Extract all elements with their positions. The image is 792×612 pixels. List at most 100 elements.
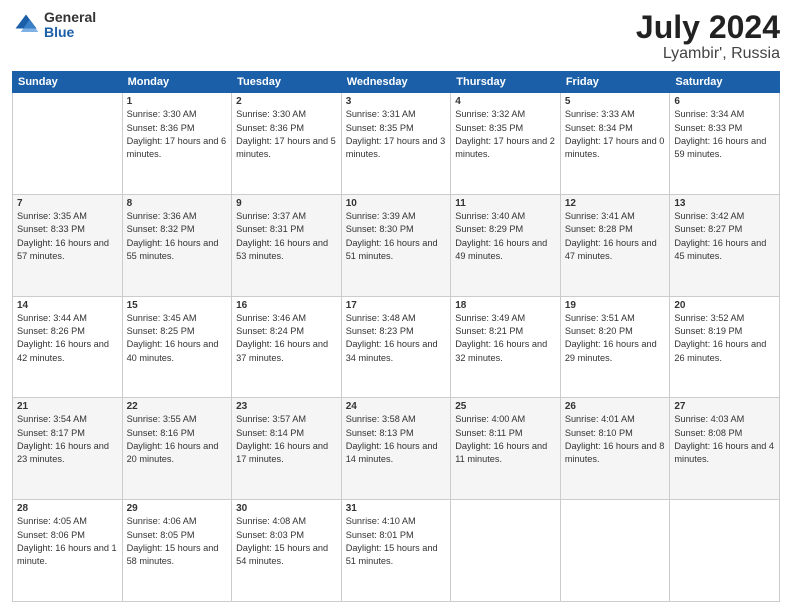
sunset-text: Sunset: 8:23 PM (346, 326, 414, 336)
day-number: 1 (127, 96, 228, 107)
day-number: 31 (346, 503, 447, 514)
logo: General Blue (12, 10, 96, 41)
sunset-text: Sunset: 8:20 PM (565, 326, 633, 336)
day-number: 7 (17, 198, 118, 209)
day-info: Sunrise: 3:54 AMSunset: 8:17 PMDaylight:… (17, 413, 118, 466)
sunset-text: Sunset: 8:05 PM (127, 530, 195, 540)
day-info: Sunrise: 3:36 AMSunset: 8:32 PMDaylight:… (127, 210, 228, 263)
day-number: 18 (455, 300, 556, 311)
calendar-cell: 17Sunrise: 3:48 AMSunset: 8:23 PMDayligh… (341, 296, 451, 398)
calendar-cell: 8Sunrise: 3:36 AMSunset: 8:32 PMDaylight… (122, 194, 232, 296)
daylight-text: Daylight: 16 hours and 4 minutes. (674, 441, 774, 464)
calendar-cell: 26Sunrise: 4:01 AMSunset: 8:10 PMDayligh… (560, 398, 670, 500)
sunset-text: Sunset: 8:24 PM (236, 326, 304, 336)
sunrise-text: Sunrise: 3:52 AM (674, 313, 744, 323)
day-number: 29 (127, 503, 228, 514)
day-number: 24 (346, 401, 447, 412)
day-info: Sunrise: 4:05 AMSunset: 8:06 PMDaylight:… (17, 515, 118, 568)
day-info: Sunrise: 4:00 AMSunset: 8:11 PMDaylight:… (455, 413, 556, 466)
daylight-text: Daylight: 16 hours and 51 minutes. (346, 238, 438, 261)
day-info: Sunrise: 4:06 AMSunset: 8:05 PMDaylight:… (127, 515, 228, 568)
sunset-text: Sunset: 8:08 PM (674, 428, 742, 438)
sunrise-text: Sunrise: 3:49 AM (455, 313, 525, 323)
sunset-text: Sunset: 8:06 PM (17, 530, 85, 540)
calendar-table: Sunday Monday Tuesday Wednesday Thursday… (12, 71, 780, 602)
sunrise-text: Sunrise: 3:54 AM (17, 414, 87, 424)
day-info: Sunrise: 3:41 AMSunset: 8:28 PMDaylight:… (565, 210, 666, 263)
daylight-text: Daylight: 16 hours and 34 minutes. (346, 339, 438, 362)
sunrise-text: Sunrise: 3:34 AM (674, 109, 744, 119)
sunset-text: Sunset: 8:35 PM (455, 123, 523, 133)
calendar-cell: 18Sunrise: 3:49 AMSunset: 8:21 PMDayligh… (451, 296, 561, 398)
daylight-text: Daylight: 16 hours and 11 minutes. (455, 441, 547, 464)
day-info: Sunrise: 3:45 AMSunset: 8:25 PMDaylight:… (127, 312, 228, 365)
sunset-text: Sunset: 8:19 PM (674, 326, 742, 336)
daylight-text: Daylight: 15 hours and 54 minutes. (236, 543, 328, 566)
calendar-week-3: 14Sunrise: 3:44 AMSunset: 8:26 PMDayligh… (13, 296, 780, 398)
logo-general-text: General (44, 10, 96, 25)
calendar-cell: 27Sunrise: 4:03 AMSunset: 8:08 PMDayligh… (670, 398, 780, 500)
daylight-text: Daylight: 16 hours and 45 minutes. (674, 238, 766, 261)
daylight-text: Daylight: 16 hours and 17 minutes. (236, 441, 328, 464)
sunset-text: Sunset: 8:10 PM (565, 428, 633, 438)
sunrise-text: Sunrise: 3:42 AM (674, 211, 744, 221)
sunset-text: Sunset: 8:32 PM (127, 224, 195, 234)
calendar-header-row: Sunday Monday Tuesday Wednesday Thursday… (13, 72, 780, 93)
sunset-text: Sunset: 8:33 PM (674, 123, 742, 133)
sunset-text: Sunset: 8:35 PM (346, 123, 414, 133)
day-number: 22 (127, 401, 228, 412)
sunrise-text: Sunrise: 3:40 AM (455, 211, 525, 221)
col-monday: Monday (122, 72, 232, 93)
day-number: 4 (455, 96, 556, 107)
title-block: July 2024 Lyambir', Russia (636, 10, 780, 63)
col-wednesday: Wednesday (341, 72, 451, 93)
calendar-cell (451, 500, 561, 602)
day-info: Sunrise: 3:35 AMSunset: 8:33 PMDaylight:… (17, 210, 118, 263)
logo-icon (12, 11, 40, 39)
sunrise-text: Sunrise: 3:46 AM (236, 313, 306, 323)
logo-text: General Blue (44, 10, 96, 41)
sunset-text: Sunset: 8:11 PM (455, 428, 522, 438)
calendar-cell: 22Sunrise: 3:55 AMSunset: 8:16 PMDayligh… (122, 398, 232, 500)
day-number: 9 (236, 198, 337, 209)
day-info: Sunrise: 3:57 AMSunset: 8:14 PMDaylight:… (236, 413, 337, 466)
sunset-text: Sunset: 8:34 PM (565, 123, 633, 133)
calendar-cell (13, 93, 123, 195)
sunrise-text: Sunrise: 3:48 AM (346, 313, 416, 323)
day-number: 16 (236, 300, 337, 311)
day-info: Sunrise: 3:51 AMSunset: 8:20 PMDaylight:… (565, 312, 666, 365)
day-info: Sunrise: 3:32 AMSunset: 8:35 PMDaylight:… (455, 108, 556, 161)
day-number: 12 (565, 198, 666, 209)
sunrise-text: Sunrise: 3:39 AM (346, 211, 416, 221)
daylight-text: Daylight: 17 hours and 6 minutes. (127, 136, 227, 159)
calendar-cell: 3Sunrise: 3:31 AMSunset: 8:35 PMDaylight… (341, 93, 451, 195)
calendar-cell: 24Sunrise: 3:58 AMSunset: 8:13 PMDayligh… (341, 398, 451, 500)
sunrise-text: Sunrise: 3:30 AM (127, 109, 197, 119)
daylight-text: Daylight: 16 hours and 47 minutes. (565, 238, 657, 261)
sunset-text: Sunset: 8:16 PM (127, 428, 195, 438)
sunrise-text: Sunrise: 3:30 AM (236, 109, 306, 119)
calendar-cell: 23Sunrise: 3:57 AMSunset: 8:14 PMDayligh… (232, 398, 342, 500)
sunset-text: Sunset: 8:25 PM (127, 326, 195, 336)
calendar-cell: 31Sunrise: 4:10 AMSunset: 8:01 PMDayligh… (341, 500, 451, 602)
calendar-week-5: 28Sunrise: 4:05 AMSunset: 8:06 PMDayligh… (13, 500, 780, 602)
daylight-text: Daylight: 16 hours and 42 minutes. (17, 339, 109, 362)
day-info: Sunrise: 3:33 AMSunset: 8:34 PMDaylight:… (565, 108, 666, 161)
calendar-cell: 25Sunrise: 4:00 AMSunset: 8:11 PMDayligh… (451, 398, 561, 500)
calendar-cell: 13Sunrise: 3:42 AMSunset: 8:27 PMDayligh… (670, 194, 780, 296)
col-tuesday: Tuesday (232, 72, 342, 93)
day-info: Sunrise: 3:49 AMSunset: 8:21 PMDaylight:… (455, 312, 556, 365)
sunrise-text: Sunrise: 4:08 AM (236, 516, 306, 526)
day-info: Sunrise: 3:37 AMSunset: 8:31 PMDaylight:… (236, 210, 337, 263)
sunrise-text: Sunrise: 3:55 AM (127, 414, 197, 424)
calendar-cell: 1 Sunrise: 3:30 AM Sunset: 8:36 PM Daylight… (122, 93, 232, 195)
day-info: Sunrise: 3:31 AMSunset: 8:35 PMDaylight:… (346, 108, 447, 161)
sunset-text: Sunset: 8:36 PM (127, 123, 195, 133)
sunrise-text: Sunrise: 3:35 AM (17, 211, 87, 221)
daylight-text: Daylight: 16 hours and 14 minutes. (346, 441, 438, 464)
calendar-cell: 10Sunrise: 3:39 AMSunset: 8:30 PMDayligh… (341, 194, 451, 296)
daylight-text: Daylight: 17 hours and 5 minutes. (236, 136, 336, 159)
logo-blue-text: Blue (44, 25, 96, 40)
daylight-text: Daylight: 16 hours and 23 minutes. (17, 441, 109, 464)
calendar-cell: 11Sunrise: 3:40 AMSunset: 8:29 PMDayligh… (451, 194, 561, 296)
